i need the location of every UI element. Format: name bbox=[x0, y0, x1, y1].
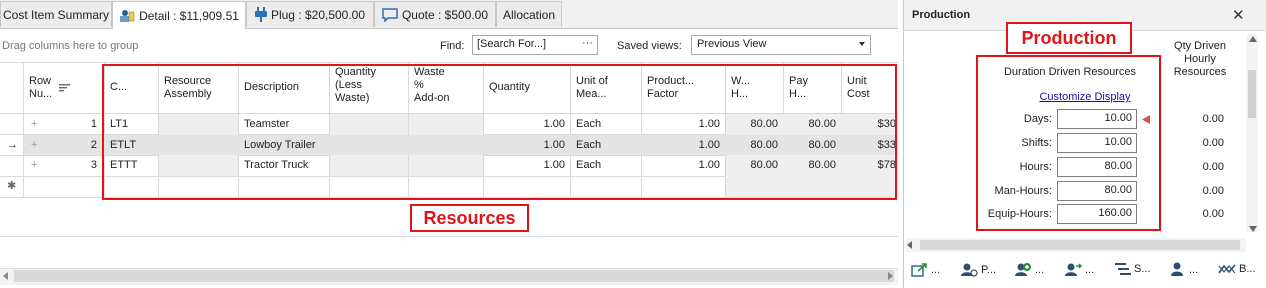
plug-icon bbox=[254, 7, 267, 22]
customize-display-link[interactable]: Customize Display bbox=[985, 91, 1185, 103]
equip-hours-input[interactable]: 160.00 bbox=[1057, 204, 1137, 224]
panel-tab-label: ... bbox=[1035, 263, 1045, 276]
panel-tab-label: ... bbox=[931, 263, 941, 276]
panel-tab-production[interactable]: P... bbox=[960, 262, 996, 277]
panel-tab-label: ... bbox=[1085, 263, 1095, 276]
shifts-input[interactable]: 10.00 bbox=[1057, 133, 1137, 153]
group-drop-hint[interactable]: Drag columns here to group bbox=[2, 40, 138, 52]
panel-tab-label: ... bbox=[1189, 263, 1199, 276]
row-number: 3 bbox=[90, 159, 97, 171]
saved-views-label: Saved views: bbox=[617, 40, 682, 52]
row-number: 1 bbox=[90, 118, 97, 130]
tab-cost-item-summary[interactable]: Cost Item Summary bbox=[0, 1, 112, 27]
summary-icon bbox=[1115, 263, 1131, 275]
add-resource-icon bbox=[1015, 263, 1031, 276]
quote-icon bbox=[382, 7, 398, 22]
grid-bottom-border bbox=[0, 236, 898, 237]
duration-driven-header: Duration Driven Resources bbox=[1003, 66, 1137, 78]
production-icon bbox=[961, 263, 978, 277]
panel-tab-label: S... bbox=[1134, 263, 1151, 275]
equip-hours-label: Equip-Hours: bbox=[987, 208, 1052, 220]
production-annotation-label: Production bbox=[1006, 22, 1132, 54]
swap-resource-icon bbox=[1065, 263, 1082, 276]
tab-plug[interactable]: Plug : $20,500.00 bbox=[246, 1, 374, 27]
tab-label: Allocation bbox=[502, 7, 556, 22]
chevron-down-icon bbox=[859, 42, 865, 46]
panel-scroll-thumb[interactable] bbox=[1248, 70, 1256, 118]
new-row-indicator[interactable]: ✱ bbox=[2, 176, 22, 197]
qty-hours-value: 0.00 bbox=[1202, 161, 1224, 173]
scroll-left-icon[interactable] bbox=[907, 241, 913, 249]
saved-views-select[interactable]: Previous View bbox=[691, 35, 871, 55]
scroll-down-icon[interactable] bbox=[1249, 226, 1257, 232]
panel-tab-label: P... bbox=[981, 263, 997, 276]
expand-row-icon[interactable]: + bbox=[26, 155, 46, 176]
man-hours-label: Man-Hours: bbox=[994, 185, 1052, 197]
close-icon[interactable]: ✕ bbox=[1232, 6, 1245, 24]
detail-icon bbox=[120, 9, 135, 22]
tab-label: Detail : $11,909.51 bbox=[139, 8, 239, 23]
scroll-right-icon[interactable] bbox=[888, 272, 894, 280]
expand-row-icon[interactable]: + bbox=[26, 114, 46, 135]
panel-tab-label: B... bbox=[1239, 263, 1256, 275]
panel-tab-add-resource[interactable]: ... bbox=[1014, 262, 1044, 277]
production-panel-title: Production bbox=[912, 9, 971, 21]
qty-equip-hours-value: 0.00 bbox=[1202, 208, 1224, 220]
panel-tab-export[interactable]: ... bbox=[911, 262, 940, 277]
scroll-up-icon[interactable] bbox=[1249, 36, 1257, 42]
panel-tab-summary[interactable]: S... bbox=[1115, 262, 1151, 276]
man-hours-input[interactable]: 80.00 bbox=[1057, 181, 1137, 201]
panel-tab-person[interactable]: ... bbox=[1170, 262, 1198, 277]
panel-vertical-scrollbar[interactable] bbox=[1246, 34, 1258, 232]
search-placeholder: [Search For...] bbox=[477, 38, 547, 50]
qty-days-value: 0.00 bbox=[1202, 113, 1224, 125]
tab-detail[interactable]: Detail : $11,909.51 bbox=[112, 1, 246, 29]
current-row-indicator: → bbox=[7, 139, 18, 151]
scroll-thumb[interactable] bbox=[14, 270, 894, 282]
saved-views-value: Previous View bbox=[697, 38, 767, 50]
qty-man-hours-value: 0.00 bbox=[1202, 185, 1224, 197]
days-input[interactable]: 10.00 bbox=[1057, 109, 1137, 129]
scroll-left-icon[interactable] bbox=[3, 272, 9, 280]
tab-label: Cost Item Summary bbox=[2, 7, 110, 22]
tab-label: Plug : $20,500.00 bbox=[270, 7, 366, 22]
resources-highlight-box bbox=[102, 64, 897, 200]
branch-icon bbox=[1218, 264, 1236, 274]
tab-label: Quote : $500.00 bbox=[401, 7, 489, 22]
search-options-button[interactable]: ··· bbox=[582, 37, 593, 49]
qty-shifts-value: 0.00 bbox=[1202, 137, 1224, 149]
edit-marker-icon bbox=[1142, 115, 1150, 124]
days-label: Days: bbox=[1023, 113, 1052, 125]
tab-quote[interactable]: Quote : $500.00 bbox=[374, 1, 496, 27]
row-number: 2 bbox=[90, 139, 97, 151]
find-label: Find: bbox=[440, 40, 465, 52]
expand-row-icon[interactable]: + bbox=[26, 135, 46, 156]
search-input[interactable]: [Search For...] ··· bbox=[472, 35, 598, 55]
person-icon bbox=[1171, 262, 1183, 276]
hours-input[interactable]: 80.00 bbox=[1057, 157, 1137, 177]
panel-hscroll-thumb[interactable] bbox=[920, 240, 1240, 250]
resources-annotation-label: Resources bbox=[410, 204, 529, 232]
panel-tab-swap-resource[interactable]: ... bbox=[1064, 262, 1094, 277]
shifts-label: Shifts: bbox=[1021, 137, 1052, 149]
hours-label: Hours: bbox=[1019, 161, 1052, 173]
sort-icon[interactable] bbox=[59, 84, 71, 94]
panel-tab-branch[interactable]: B... bbox=[1218, 262, 1256, 276]
export-icon bbox=[911, 263, 927, 277]
tab-allocation[interactable]: Allocation bbox=[496, 1, 562, 27]
qty-driven-header: Qty Driven Hourly Resources bbox=[1173, 40, 1227, 78]
